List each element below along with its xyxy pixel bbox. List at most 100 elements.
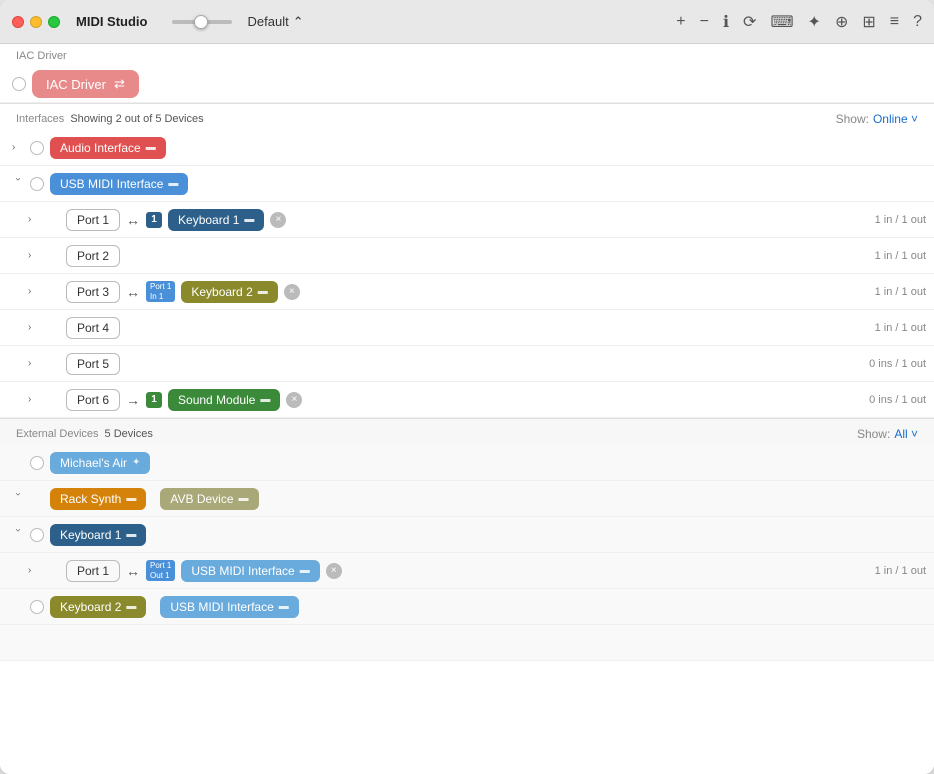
port3-label: Port 3 — [77, 285, 109, 299]
sound-module-label: Sound Module — [178, 393, 255, 407]
port3-io: 1 in / 1 out — [875, 286, 926, 298]
michaels-air-toggle[interactable] — [30, 456, 44, 470]
audio-interface-icon: ▬ — [146, 142, 156, 153]
keyboard-icon[interactable]: ⌨ — [770, 12, 793, 32]
main-window: MIDI Studio Default ⌃ + − ℹ ⟳ ⌨ ✦ ⊕ ⊞ ≡ … — [0, 0, 934, 774]
keyboard1-port1-label: Port 1 — [77, 564, 109, 578]
avb-device-badge[interactable]: AVB Device ▬ — [160, 488, 258, 510]
iac-driver-toggle[interactable] — [12, 77, 26, 91]
port6-label: Port 6 — [77, 393, 109, 407]
rack-synth-badge[interactable]: Rack Synth ▬ — [50, 488, 146, 510]
keyboard1-port1-arrow: ↔ — [126, 563, 140, 579]
port1-remove-button[interactable]: × — [270, 212, 286, 228]
usb-midi-icon: ▬ — [168, 178, 178, 189]
preset-selector[interactable]: Default ⌃ — [248, 14, 304, 30]
interfaces-show-value[interactable]: Online ˅ — [873, 112, 918, 126]
keyboard2-external-icon: ▬ — [126, 601, 136, 612]
port3-conn-label: Port 1In 1 — [146, 281, 175, 302]
interfaces-section-header: Interfaces Showing 2 out of 5 Devices Sh… — [0, 104, 934, 130]
globe-icon[interactable]: ⊕ — [835, 12, 848, 32]
keyboard2-toggle[interactable] — [30, 600, 44, 614]
add-icon[interactable]: + — [676, 13, 685, 31]
port5-label: Port 5 — [77, 357, 109, 371]
port1-row: › Port 1 ↔ 1 Keyboard 1 ▬ × 1 in / 1 out — [0, 202, 934, 238]
michaels-air-label: Michael's Air — [60, 456, 127, 470]
usb-midi-kb2-label: USB MIDI Interface — [170, 600, 273, 614]
usb-midi-toggle[interactable] — [30, 177, 44, 191]
keyboard1-port1-badge: Port 1 — [66, 560, 120, 582]
traffic-lights — [12, 16, 60, 28]
interfaces-label: Interfaces — [16, 113, 64, 125]
grid-icon[interactable]: ⊞ — [862, 12, 875, 32]
keyboard1-port1-remove-button[interactable]: × — [326, 563, 342, 579]
sound-module-num: 1 — [146, 392, 162, 408]
keyboard1-num: 1 — [146, 212, 162, 228]
usb-midi-kb2-badge[interactable]: USB MIDI Interface ▬ — [160, 596, 298, 618]
list-icon[interactable]: ≡ — [890, 13, 899, 31]
port1-arrow: ↔ — [126, 212, 140, 228]
keyboard2-icon: ▬ — [258, 286, 268, 297]
external-devices-label: External Devices — [16, 428, 99, 440]
keyboard1-badge[interactable]: Keyboard 1 ▬ — [168, 209, 264, 231]
avb-device-label: AVB Device — [170, 492, 233, 506]
port2-chevron[interactable]: › — [28, 250, 40, 261]
michaels-air-row: › Michael's Air ✦ — [0, 445, 934, 481]
usb-midi-row: › USB MIDI Interface ▬ — [0, 166, 934, 202]
usb-midi-badge[interactable]: USB MIDI Interface ▬ — [50, 173, 188, 195]
usb-midi-ext-label: USB MIDI Interface — [191, 564, 294, 578]
port5-chevron[interactable]: › — [28, 358, 40, 369]
sync-icon[interactable]: ⟳ — [743, 12, 756, 32]
port3-arrow: ↔ — [126, 284, 140, 300]
rack-synth-chevron[interactable]: › — [13, 493, 24, 505]
usb-midi-label: USB MIDI Interface — [60, 177, 163, 191]
michaels-air-badge[interactable]: Michael's Air ✦ — [50, 452, 150, 474]
keyboard1-external-toggle[interactable] — [30, 528, 44, 542]
port3-badge: Port 3 — [66, 281, 120, 303]
minimize-button[interactable] — [30, 16, 42, 28]
external-show-value[interactable]: All ˅ — [894, 427, 918, 441]
bluetooth-icon[interactable]: ✦ — [808, 12, 821, 32]
maximize-button[interactable] — [48, 16, 60, 28]
external-show-filter: Show: All ˅ — [857, 427, 918, 441]
usb-midi-chevron[interactable]: › — [13, 178, 24, 190]
info-icon[interactable]: ℹ — [723, 12, 729, 32]
port1-chevron[interactable]: › — [28, 214, 40, 225]
port2-badge: Port 2 — [66, 245, 120, 267]
toolbar-icons: + − ℹ ⟳ ⌨ ✦ ⊕ ⊞ ≡ ? — [676, 12, 922, 32]
external-devices-count: 5 Devices — [105, 428, 153, 440]
audio-interface-badge[interactable]: Audio Interface ▬ — [50, 137, 166, 159]
usb-midi-ext-badge[interactable]: USB MIDI Interface ▬ — [181, 560, 319, 582]
port2-io: 1 in / 1 out — [875, 250, 926, 262]
port6-remove-button[interactable]: × — [286, 392, 302, 408]
minus-icon[interactable]: − — [700, 13, 709, 31]
window-title: MIDI Studio — [76, 14, 148, 29]
help-icon[interactable]: ? — [913, 13, 922, 31]
audio-interface-toggle[interactable] — [30, 141, 44, 155]
audio-interface-label: Audio Interface — [60, 141, 141, 155]
chevron-down-icon: ⌃ — [293, 14, 304, 30]
keyboard2-row: › Keyboard 2 ▬ USB MIDI Interface ▬ — [0, 589, 934, 625]
keyboard1-external-badge[interactable]: Keyboard 1 ▬ — [50, 524, 146, 546]
close-button[interactable] — [12, 16, 24, 28]
keyboard1-port1-chevron[interactable]: › — [28, 565, 40, 576]
port4-chevron[interactable]: › — [28, 322, 40, 333]
iac-driver-label: IAC Driver — [46, 77, 106, 92]
keyboard1-label: Keyboard 1 — [178, 213, 239, 227]
keyboard2-external-badge[interactable]: Keyboard 2 ▬ — [50, 596, 146, 618]
usb-midi-ext-icon: ▬ — [300, 565, 310, 576]
port3-chevron[interactable]: › — [28, 286, 40, 297]
sound-module-icon: ▬ — [260, 394, 270, 405]
zoom-slider[interactable] — [172, 20, 232, 24]
sound-module-badge[interactable]: Sound Module ▬ — [168, 389, 280, 411]
iac-driver-badge[interactable]: IAC Driver ⇄ — [32, 70, 139, 98]
port5-badge: Port 5 — [66, 353, 120, 375]
usb-midi-kb2-icon: ▬ — [279, 601, 289, 612]
port6-chevron[interactable]: › — [28, 394, 40, 405]
keyboard1-external-chevron[interactable]: › — [13, 529, 24, 541]
port3-remove-button[interactable]: × — [284, 284, 300, 300]
audio-interface-chevron[interactable]: › — [12, 142, 24, 153]
keyboard1-external-row: › Keyboard 1 ▬ — [0, 517, 934, 553]
port6-row: › Port 6 → 1 Sound Module ▬ × 0 ins / 1 … — [0, 382, 934, 418]
keyboard2-badge[interactable]: Keyboard 2 ▬ — [181, 281, 277, 303]
keyboard1-port1-conn-label: Port 1Out 1 — [146, 560, 175, 581]
